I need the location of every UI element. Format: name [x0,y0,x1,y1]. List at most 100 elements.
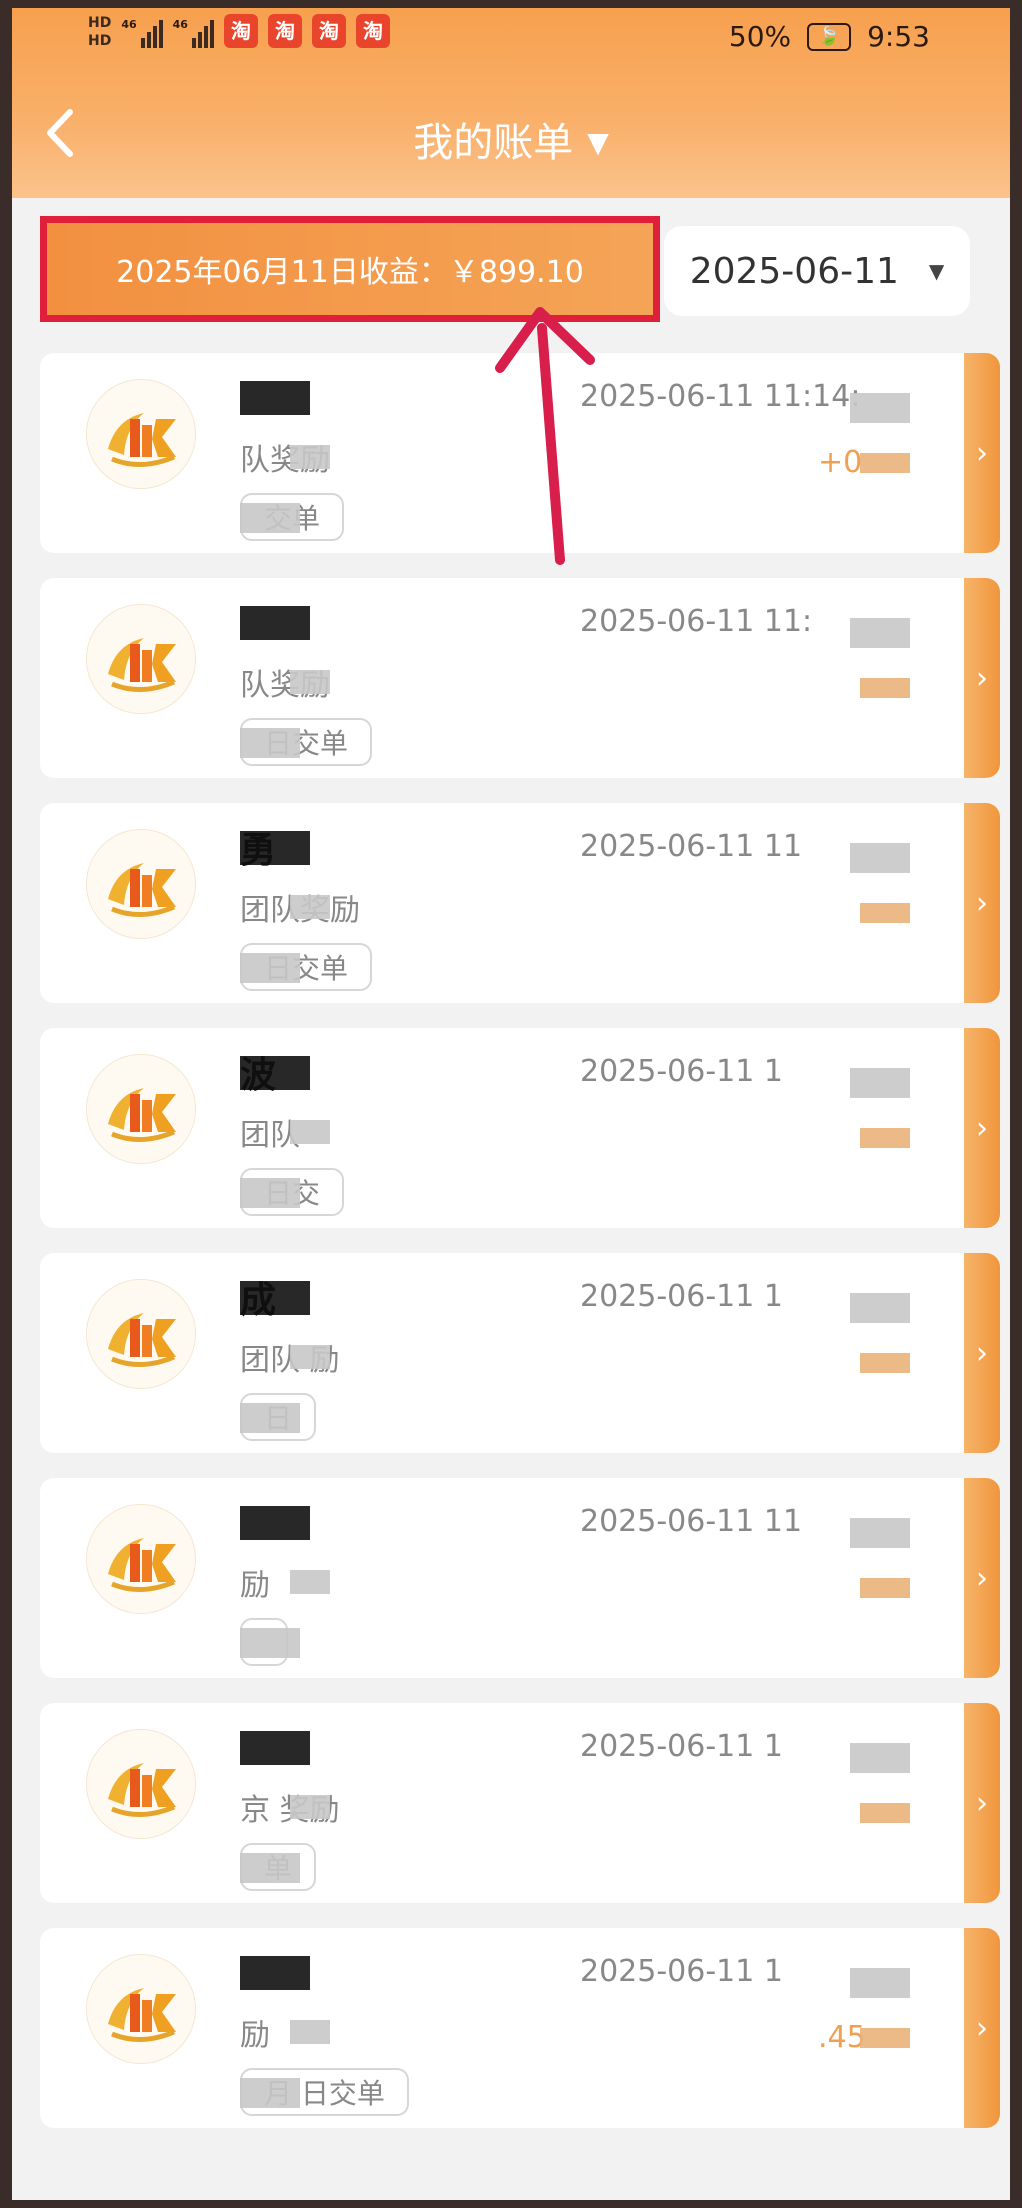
name-redaction [240,606,310,640]
record-time: 2025-06-11 1 [580,1279,783,1314]
time-redaction [850,1518,910,1548]
record-time: 2025-06-11 1 [580,1729,783,1764]
list-item[interactable]: 波 团队 日交 2025-06-11 1 › [40,1028,1000,1228]
list-item[interactable]: 队奖励 交单 2025-06-11 11:14: +0 › [40,353,1000,553]
record-time: 2025-06-11 1 [580,1954,783,1989]
name-redaction [240,1506,310,1540]
time-redaction [850,843,910,873]
company-logo-icon [86,379,196,489]
amount-redaction [860,1578,910,1598]
tag-redaction [240,1628,300,1658]
time-redaction [850,1968,910,1998]
record-time: 2025-06-11 11 [580,1504,803,1539]
record-time: 2025-06-11 11: [580,604,813,639]
status-right: 50% 🍃 9:53 [729,20,930,53]
chevron-right-icon[interactable]: › [964,1028,1000,1228]
taobao-app-icon: 淘 [223,14,258,48]
chevron-right-icon[interactable]: › [964,1928,1000,2128]
signal-icon-2: 46 [173,14,214,48]
tag-redaction [240,728,300,758]
status-bar: HD HD 46 46 淘 淘 淘 淘 50% 🍃 9:53 [12,8,1010,58]
taobao-app-icon: 淘 [267,14,302,48]
time-redaction [850,1068,910,1098]
chevron-right-icon[interactable]: › [964,353,1000,553]
date-picker[interactable]: 2025-06-11 ▼ [664,226,970,316]
taobao-app-icon: 淘 [311,14,346,48]
subtitle-redaction [290,895,330,919]
time-redaction [850,1293,910,1323]
company-logo-icon [86,1279,196,1389]
chevron-right-icon[interactable]: › [964,1703,1000,1903]
subtitle-redaction [290,1345,330,1369]
record-subtitle: 励 [240,2018,270,2053]
list-item[interactable]: 成 团队 励 日 2025-06-11 1 › [40,1253,1000,1453]
hd-label-1: HD [88,15,112,31]
name-redaction [240,1281,310,1315]
amount-redaction [860,2028,910,2048]
list-item[interactable]: 励 月 日交单 2025-06-11 1 .45 › [40,1928,1000,2128]
record-amount: .45 [818,2020,866,2055]
chevron-right-icon[interactable]: › [964,1253,1000,1453]
company-logo-icon [86,604,196,714]
tag-redaction [240,2078,300,2108]
company-logo-icon [86,1054,196,1164]
list-item[interactable]: 京 奖励 单 2025-06-11 1 › [40,1703,1000,1903]
tag-redaction [240,1178,300,1208]
name-redaction [240,381,310,415]
list-item[interactable]: 勇 团队奖励 日交单 2025-06-11 11 › [40,803,1000,1003]
signal-icon: 46 [121,14,163,48]
tag-redaction [240,953,300,983]
subtitle-redaction [290,1120,330,1144]
record-time: 2025-06-11 11:14: [580,379,861,414]
chevron-right-icon[interactable]: › [964,803,1000,1003]
tag-redaction [240,1403,300,1433]
list-item[interactable]: 队奖励 日交单 2025-06-11 11: › [40,578,1000,778]
time-redaction [850,618,910,648]
name-redaction [240,831,310,865]
time-redaction [850,393,910,423]
company-logo-icon [86,1504,196,1614]
company-logo-icon [86,1729,196,1839]
company-logo-icon [86,829,196,939]
record-amount: +0 [818,445,863,480]
amount-redaction [860,1353,910,1373]
list-item[interactable]: 励 2025-06-11 11 › [40,1478,1000,1678]
amount-redaction [860,1803,910,1823]
battery-saver-icon: 🍃 [807,22,852,51]
chevron-right-icon[interactable]: › [964,578,1000,778]
caret-down-icon: ▼ [928,259,945,283]
date-picker-value: 2025-06-11 [689,250,899,292]
tag-redaction [240,503,300,533]
record-time: 2025-06-11 11 [580,829,803,864]
title-dropdown[interactable]: 我的账单 ▼ [12,110,1010,168]
amount-redaction [860,903,910,923]
network-label-2: 46 [172,18,188,31]
amount-redaction [860,453,910,473]
time-redaction [850,1743,910,1773]
subtitle-redaction [290,2020,330,2044]
amount-redaction [860,1128,910,1148]
record-time: 2025-06-11 1 [580,1054,783,1089]
daily-earnings-summary: 2025年06月11日收益：￥899.10 [40,216,660,322]
hd-label-2: HD [88,33,112,49]
clock: 9:53 [867,20,930,53]
header-background: HD HD 46 46 淘 淘 淘 淘 50% 🍃 9:53 我的账单 ▼ [12,8,1010,198]
subtitle-redaction [290,1570,330,1594]
subtitle-redaction [290,445,330,469]
status-left: HD HD 46 46 淘 淘 淘 淘 [88,14,390,50]
hd-indicators: HD HD [88,14,111,50]
amount-redaction [860,678,910,698]
chevron-right-icon[interactable]: › [964,1478,1000,1678]
subtitle-redaction [290,1795,330,1819]
network-label-1: 46 [121,18,137,31]
subtitle-redaction [290,670,330,694]
daily-earnings-text: 2025年06月11日收益：￥899.10 [116,255,584,290]
taobao-app-icon: 淘 [355,14,390,48]
name-redaction [240,1056,310,1090]
tag-redaction [240,1853,300,1883]
company-logo-icon [86,1954,196,2064]
battery-percent: 50% [728,20,792,53]
record-subtitle: 励 [240,1568,270,1603]
record-list: 队奖励 交单 2025-06-11 11:14: +0 › 队奖励 日交单 20… [40,353,1000,2153]
name-redaction [240,1956,310,1990]
